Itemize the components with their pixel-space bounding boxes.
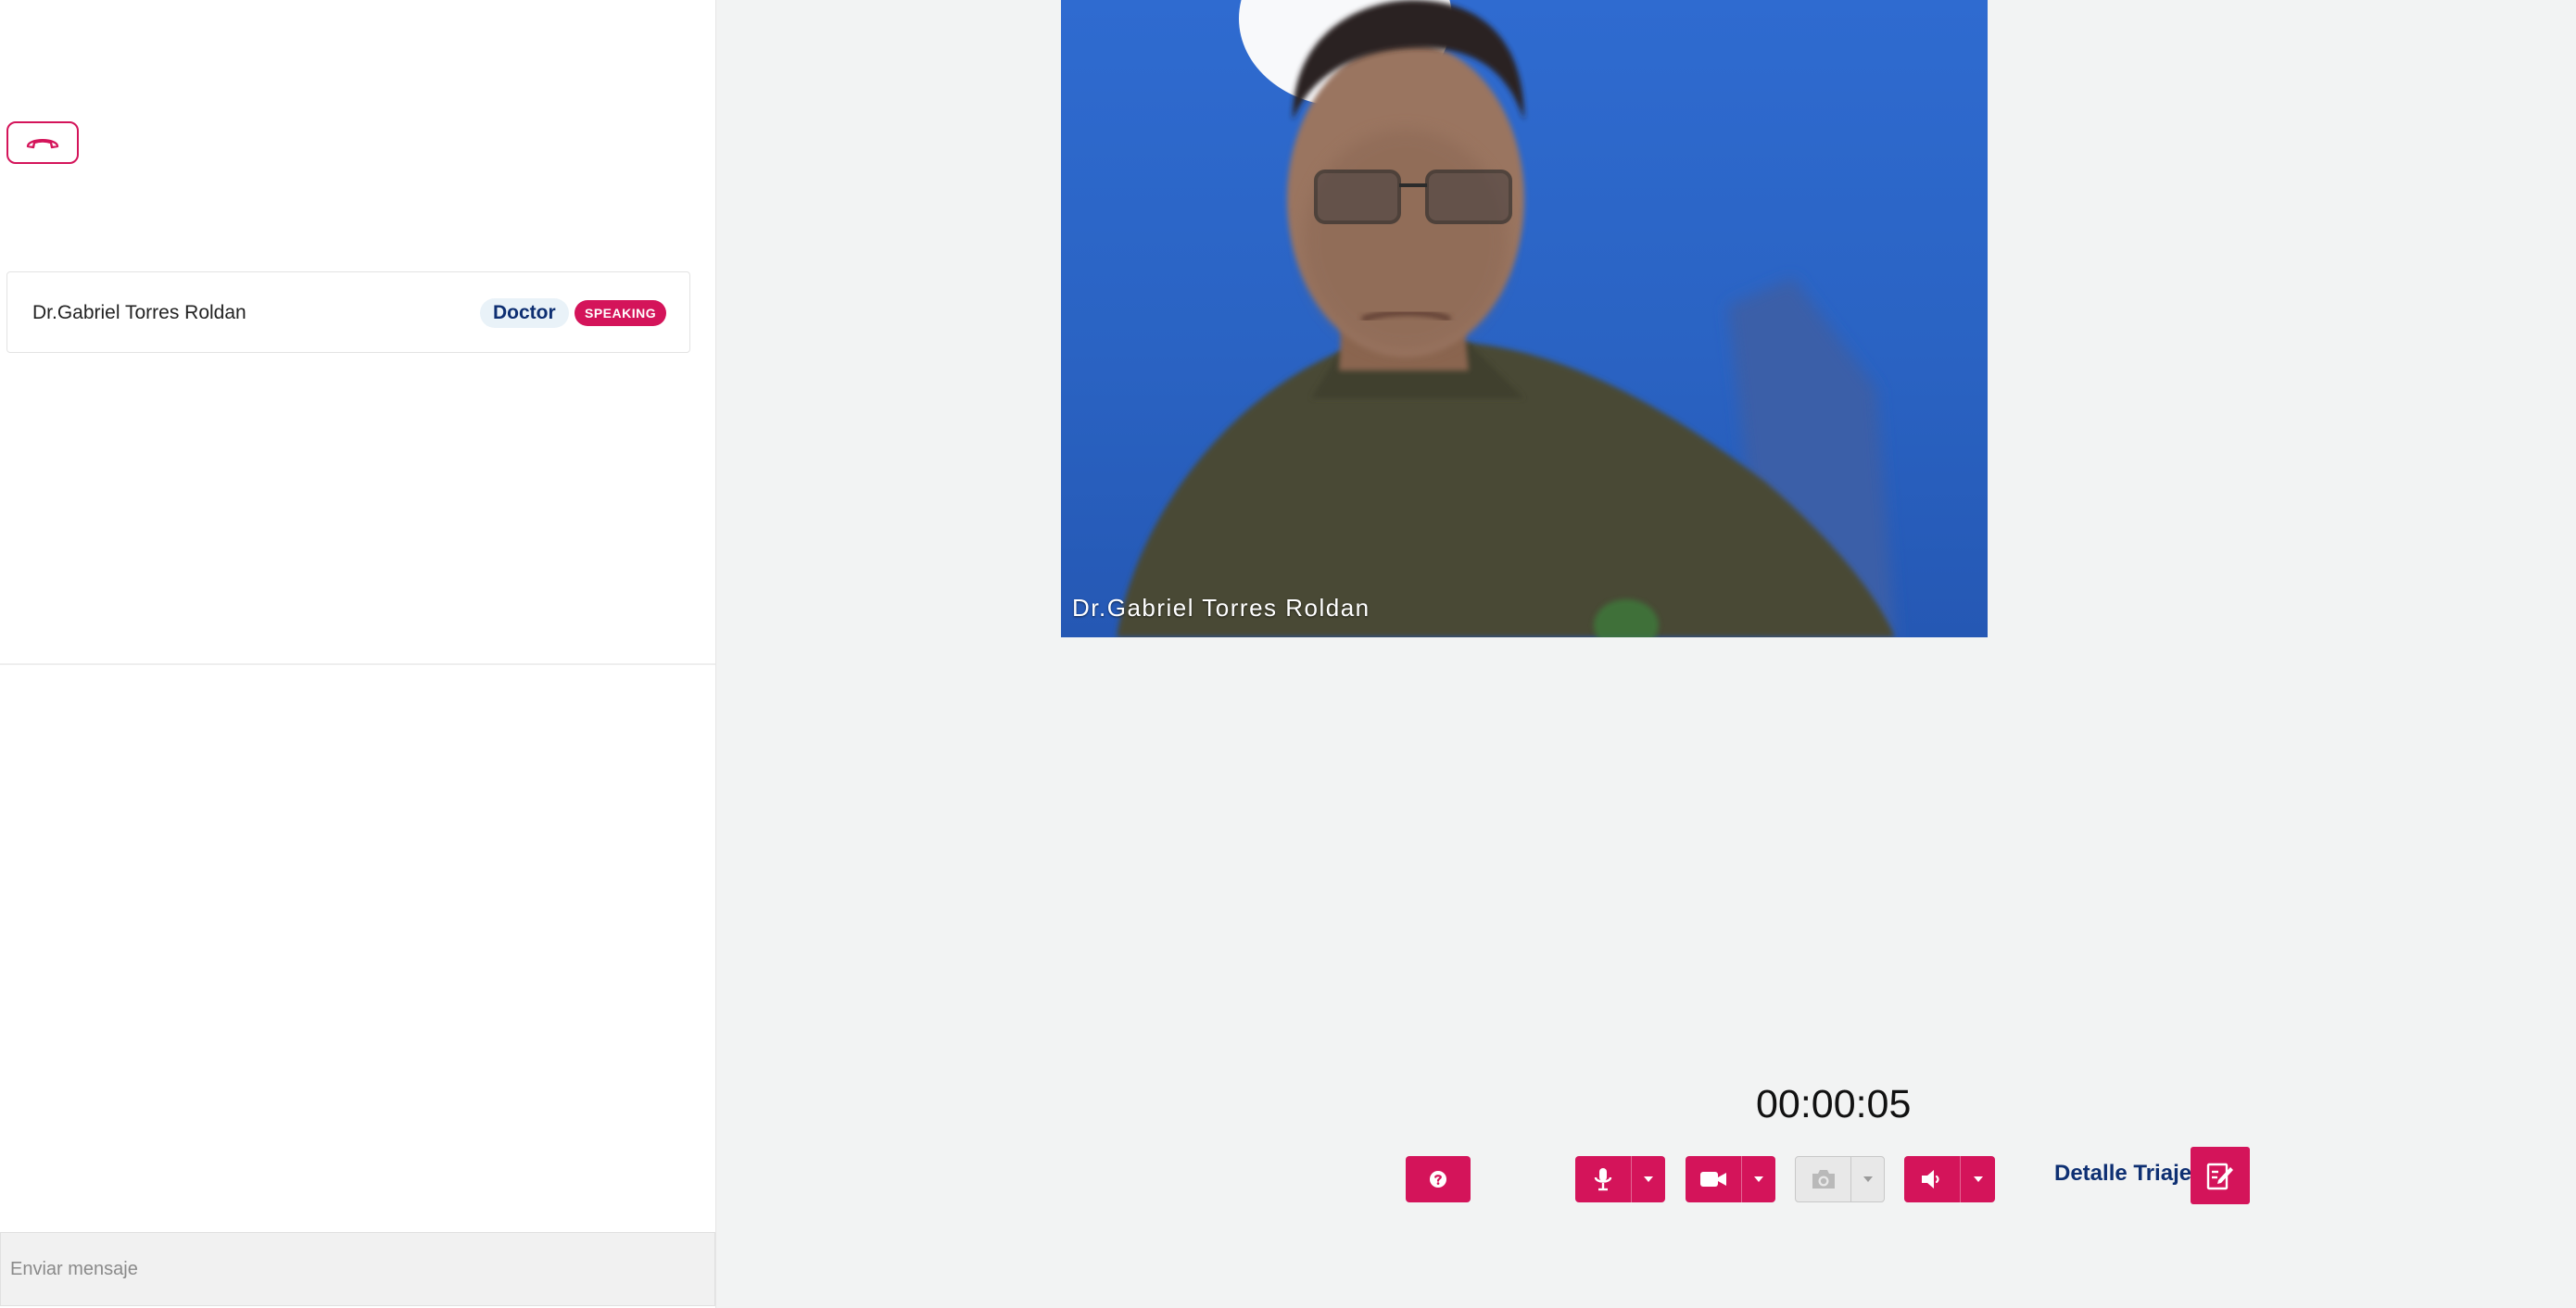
video-toggle[interactable]: [1686, 1156, 1775, 1202]
video-button[interactable]: [1686, 1156, 1741, 1202]
video-dropdown[interactable]: [1741, 1156, 1775, 1202]
chat-message-input[interactable]: [0, 1232, 715, 1306]
triage-detail-button[interactable]: [2191, 1147, 2250, 1204]
clipboard-edit-icon: [2206, 1163, 2233, 1190]
phone-hangup-icon: [26, 139, 59, 149]
speaker-icon: [1922, 1170, 1939, 1189]
hangup-button[interactable]: [6, 121, 79, 164]
participant-video-feed: [1117, 0, 1895, 637]
snapshot-toggle[interactable]: [1795, 1156, 1885, 1202]
snapshot-button[interactable]: [1796, 1157, 1850, 1201]
microphone-dropdown[interactable]: [1631, 1156, 1665, 1202]
speaking-badge: SPEAKING: [575, 300, 667, 326]
microphone-icon: [1594, 1168, 1612, 1191]
video-tile: Dr.Gabriel Torres Roldan: [1061, 0, 1988, 637]
camera-icon: [1812, 1170, 1835, 1189]
chevron-down-icon: [1863, 1176, 1873, 1182]
speaker-button[interactable]: [1904, 1156, 1960, 1202]
panel-divider: [0, 663, 715, 665]
microphone-button[interactable]: [1575, 1156, 1631, 1202]
video-participant-name: Dr.Gabriel Torres Roldan: [1072, 594, 1370, 622]
call-timer: 00:00:05: [1756, 1082, 1912, 1126]
microphone-toggle[interactable]: [1575, 1156, 1665, 1202]
help-icon: [1430, 1171, 1446, 1188]
participant-name: Dr.Gabriel Torres Roldan: [32, 302, 246, 323]
participant-row: Dr.Gabriel Torres Roldan Doctor SPEAKING: [6, 271, 690, 353]
participants-panel: Dr.Gabriel Torres Roldan Doctor SPEAKING: [0, 0, 716, 1308]
role-badge: Doctor: [480, 298, 569, 328]
chevron-down-icon: [1754, 1176, 1763, 1182]
chevron-down-icon: [1644, 1176, 1653, 1182]
help-button[interactable]: [1406, 1156, 1471, 1202]
chevron-down-icon: [1973, 1176, 1983, 1182]
help-button-main: [1406, 1156, 1471, 1202]
snapshot-dropdown[interactable]: [1850, 1157, 1884, 1201]
speaker-dropdown[interactable]: [1960, 1156, 1995, 1202]
speaker-toggle[interactable]: [1904, 1156, 1995, 1202]
triage-detail-link[interactable]: Detalle Triaje: [2054, 1158, 2191, 1189]
video-camera-icon: [1700, 1172, 1726, 1187]
